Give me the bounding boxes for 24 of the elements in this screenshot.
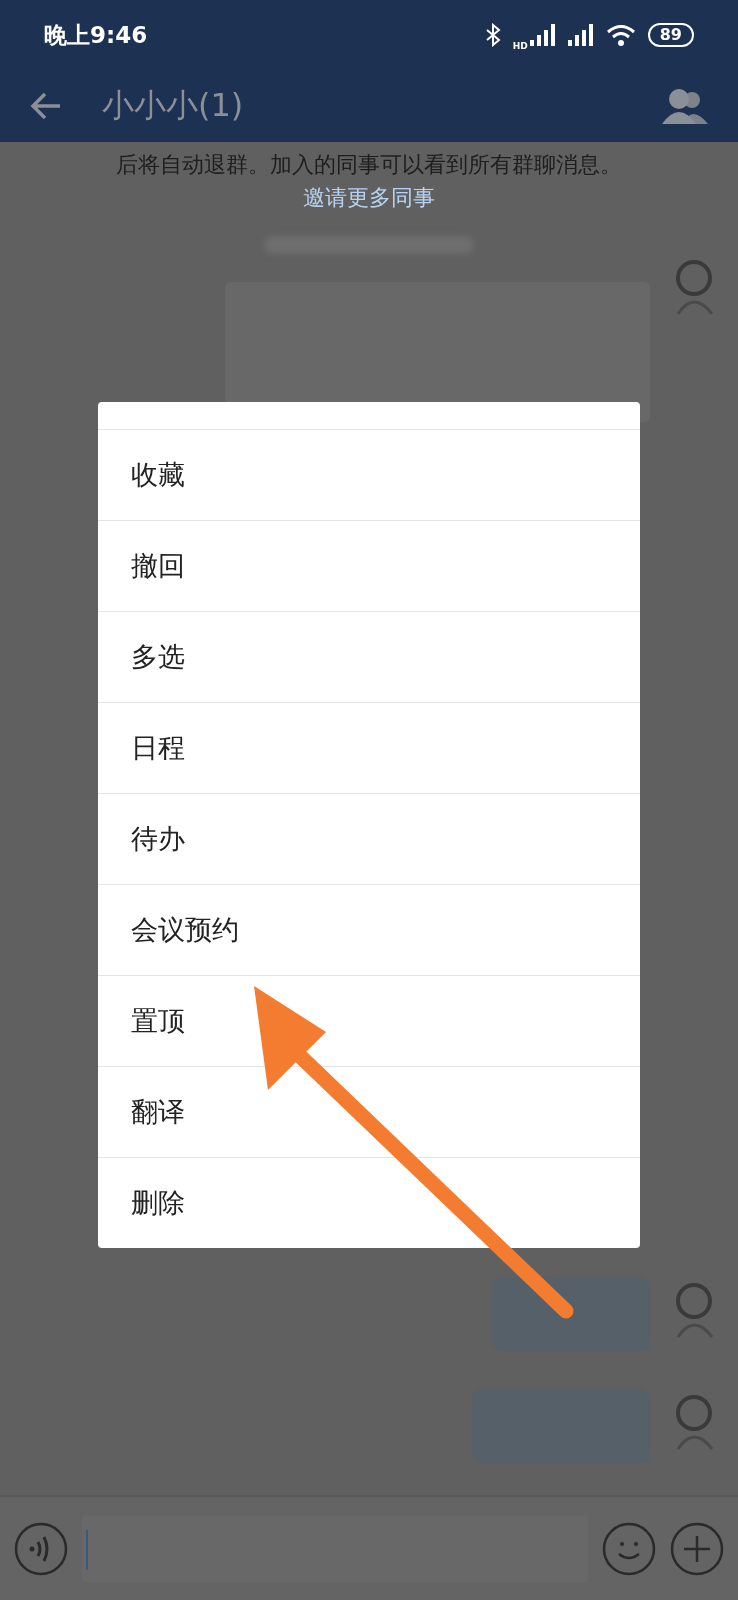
menu-item[interactable]: 多选 bbox=[98, 611, 640, 702]
signal-icon bbox=[567, 24, 594, 46]
menu-item[interactable]: 收藏 bbox=[98, 429, 640, 520]
chat-title: 小小小(1) bbox=[102, 85, 244, 126]
bluetooth-icon bbox=[484, 23, 501, 47]
voice-icon[interactable] bbox=[14, 1521, 68, 1576]
menu-item[interactable]: 日程 bbox=[98, 702, 640, 793]
battery-indicator: 89 bbox=[647, 23, 694, 47]
invite-link[interactable]: 邀请更多同事 bbox=[303, 185, 435, 210]
message-bubble[interactable] bbox=[492, 1277, 650, 1351]
menu-item[interactable]: 待办 bbox=[98, 793, 640, 884]
signal-icon bbox=[529, 24, 556, 46]
network-label: HD bbox=[512, 41, 528, 51]
menu-item[interactable]: 撤回 bbox=[98, 520, 640, 611]
people-icon[interactable] bbox=[662, 88, 708, 124]
wifi-icon bbox=[605, 24, 636, 46]
plus-icon[interactable] bbox=[670, 1521, 724, 1576]
menu-item[interactable]: 删除 bbox=[98, 1157, 640, 1248]
back-arrow-icon[interactable] bbox=[30, 92, 62, 120]
status-time: 晚上9:46 bbox=[44, 20, 148, 50]
message-input[interactable] bbox=[82, 1515, 588, 1582]
group-notice: 后将自动退群。加入的同事可以看到所有群聊消息。 邀请更多同事 bbox=[115, 151, 623, 212]
menu-item[interactable]: 会议预约 bbox=[98, 884, 640, 975]
smiley-icon[interactable] bbox=[602, 1521, 656, 1576]
